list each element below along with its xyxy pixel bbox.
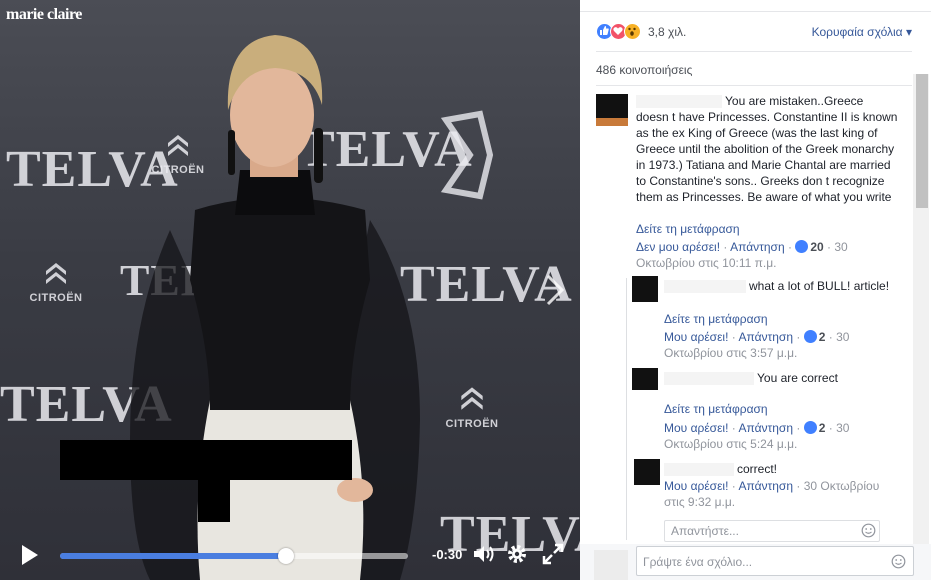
comment-actions: Δεν μου αρέσει! · Απάντηση · 20 · 30 Οκτ… (636, 240, 848, 270)
scrollbar[interactable] (913, 74, 929, 544)
comment-actions: Μου αρέσει! · Απάντηση · 30 Οκτωβρίου στ… (664, 479, 880, 509)
like-count[interactable]: 2 (819, 330, 826, 344)
like-icon (795, 240, 809, 253)
reply-text: correct! (664, 461, 902, 477)
progress-fill (60, 553, 287, 559)
progress-handle[interactable] (278, 548, 295, 564)
reply-link[interactable]: Απάντηση (738, 421, 793, 435)
progress-bar[interactable] (60, 548, 408, 564)
comments-panel: 3,8 χιλ. Κορυφαία σχόλια ▾ 486 κοινοποιή… (580, 0, 931, 580)
play-icon[interactable] (20, 544, 40, 566)
comment-text: You are mistaken..Greece doesn t have Pr… (636, 94, 898, 204)
author-name-redacted[interactable] (664, 463, 734, 477)
reply-link[interactable]: Απάντηση (738, 479, 793, 493)
avatar[interactable] (634, 459, 660, 485)
gear-icon[interactable] (506, 543, 528, 565)
like-count[interactable]: 20 (810, 240, 823, 254)
like-count[interactable]: 2 (819, 421, 826, 435)
author-name-redacted[interactable] (664, 280, 746, 294)
divider (596, 85, 912, 86)
author-name-redacted[interactable] (664, 372, 754, 386)
like-link[interactable]: Δεν μου αρέσει! (636, 240, 720, 254)
avatar[interactable] (632, 276, 658, 302)
citroen-logo: CITROËN (28, 258, 84, 304)
reply-link[interactable]: Απάντηση (730, 240, 785, 254)
comment-actions: Μου αρέσει! · Απάντηση · 2 · 30 Οκτωβρίο… (664, 330, 850, 360)
comment-input[interactable]: Γράψτε ένα σχόλιο... (636, 546, 914, 576)
video-controls: -0:30 (0, 530, 580, 580)
sort-comments-dropdown[interactable]: Κορυφαία σχόλια ▾ (812, 25, 912, 39)
reply-text: You are correct (664, 370, 902, 386)
emoji-icon[interactable] (861, 523, 876, 538)
marie-claire-logo: marie claire (6, 6, 82, 23)
emoji-icon[interactable] (891, 554, 906, 569)
see-translation-link[interactable]: Δείτε τη μετάφραση (664, 312, 768, 326)
reply-thread-line (626, 278, 627, 540)
redaction-block (60, 440, 352, 480)
shares-count[interactable]: 486 κοινοποιήσεις (596, 63, 692, 77)
video-player[interactable]: TELVA TELVA TELVA TELVA TELVA TELVA CITR… (0, 0, 580, 580)
divider (596, 51, 912, 52)
avatar (594, 550, 628, 580)
volume-icon[interactable] (472, 543, 496, 565)
like-link[interactable]: Μου αρέσει! (664, 330, 728, 344)
chevron-down-icon: ▾ (905, 25, 912, 39)
reply-link[interactable]: Απάντηση (738, 330, 793, 344)
write-comment-bar: Γράψτε ένα σχόλιο... (580, 544, 931, 580)
author-name-redacted[interactable] (636, 95, 722, 109)
avatar[interactable] (632, 368, 658, 390)
like-icon (803, 330, 817, 343)
reply-text: what a lot of BULL! article! (664, 278, 902, 294)
scrollbar-thumb[interactable] (916, 74, 928, 208)
see-translation-link[interactable]: Δείτε τη μετάφραση (664, 402, 768, 416)
reaction-count[interactable]: 3,8 χιλ. (648, 25, 686, 39)
time-remaining: -0:30 (432, 547, 463, 562)
like-link[interactable]: Μου αρέσει! (664, 421, 728, 435)
next-arrow-icon[interactable] (540, 272, 570, 308)
like-icon (803, 421, 817, 434)
comment-actions: Μου αρέσει! · Απάντηση · 2 · 30 Οκτωβρίο… (664, 421, 850, 451)
avatar[interactable] (596, 94, 628, 126)
person-figure (130, 35, 420, 580)
redaction-block (198, 480, 230, 522)
fullscreen-icon[interactable] (542, 543, 564, 565)
wow-icon (624, 23, 641, 40)
like-link[interactable]: Μου αρέσει! (664, 479, 728, 493)
see-translation-link[interactable]: Δείτε τη μετάφραση (636, 222, 740, 236)
reactions-summary[interactable]: 3,8 χιλ. Κορυφαία σχόλια ▾ (596, 22, 912, 42)
reply-input[interactable]: Απαντήστε... (664, 520, 880, 542)
